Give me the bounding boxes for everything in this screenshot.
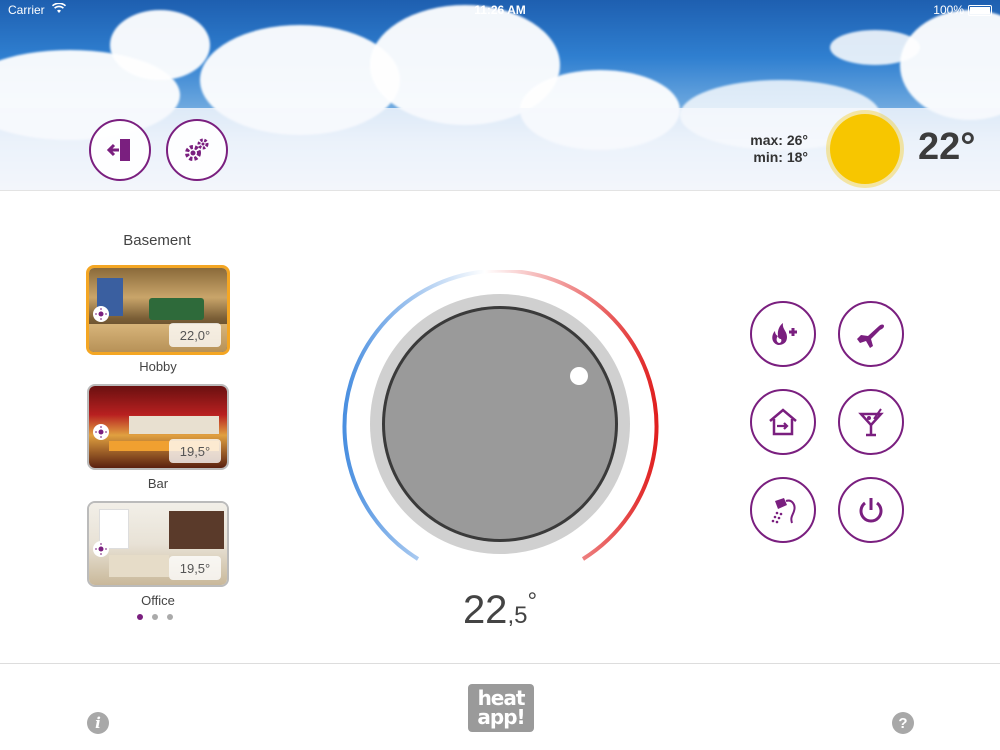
clock: 11:26 AM [474,3,526,17]
footer-divider [0,663,1000,664]
page-indicator[interactable] [137,614,173,620]
heatapp-screen: Carrier 11:26 AM 100% max: 26° min: 18° … [0,0,1000,750]
target-temperature-fraction: ,5 [507,602,528,629]
room-label-bar: Bar [147,476,169,491]
weather-minmax: max: 26° min: 18° [728,132,808,166]
room-temperature: 19,5° [169,439,221,463]
heatapp-logo: heat app! [468,684,534,732]
info-icon[interactable]: i [87,712,109,734]
page-dot[interactable] [152,614,158,620]
airplane-icon [857,324,884,348]
room-card-office[interactable]: 19,5° [87,501,229,587]
sun-icon [830,114,900,184]
home-arrive-icon [769,408,797,436]
target-temperature-whole: 22 [462,588,508,632]
header-divider [0,190,1000,191]
status-bar: Carrier 11:26 AM 100% [0,0,1000,20]
weather-max: max: 26° [750,132,808,148]
target-temperature-unit: ° [527,588,538,615]
room-card-hobby[interactable]: 22,0° [86,265,230,355]
room-label-office: Office [141,593,175,608]
home-mode-button[interactable] [750,389,816,455]
vacation-button[interactable] [838,301,904,367]
power-button[interactable] [838,477,904,543]
thermostat-dial[interactable] [340,268,660,570]
outside-temperature: 22° [918,126,976,168]
target-temperature: 22,5° [440,588,560,633]
battery-percent: 100% [933,3,964,17]
room-group-title: Basement [123,232,191,249]
gears-icon [185,138,209,161]
shower-mode-button[interactable] [750,477,816,543]
battery-icon [968,5,992,16]
room-label-hobby: Hobby [139,359,177,374]
heating-sun-icon [93,306,109,322]
settings-button[interactable] [166,119,228,181]
exit-door-icon [106,139,130,161]
page-dot[interactable] [167,614,173,620]
shower-icon [771,498,796,524]
heating-sun-icon [93,424,109,440]
room-temperature: 22,0° [169,323,221,347]
power-icon [859,498,883,523]
weather-min: min: 18° [753,149,808,165]
boost-heating-button[interactable] [750,301,816,367]
room-card-bar[interactable]: 19,5° [87,384,229,470]
party-mode-button[interactable] [838,389,904,455]
heating-sun-icon [93,541,109,557]
room-temperature: 19,5° [169,556,221,580]
cocktail-icon [858,408,884,437]
dial-knob-indicator [570,367,588,385]
logo-line-2: app! [477,705,525,729]
flame-plus-icon [772,323,797,345]
page-dot[interactable] [137,614,143,620]
logout-button[interactable] [89,119,151,181]
help-icon[interactable]: ? [892,712,914,734]
